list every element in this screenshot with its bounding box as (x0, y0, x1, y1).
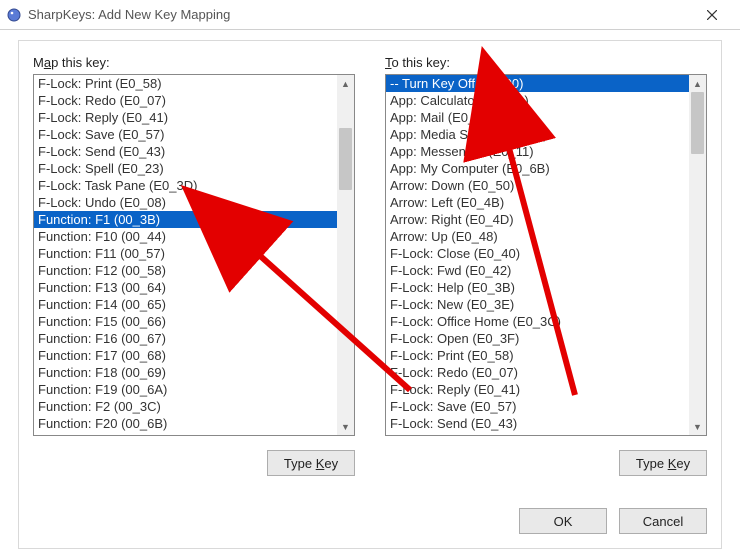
list-item[interactable]: F-Lock: Spell (E0_23) (34, 160, 337, 177)
list-item[interactable]: Arrow: Down (E0_50) (386, 177, 689, 194)
list-item[interactable]: F-Lock: Close (E0_40) (386, 245, 689, 262)
to-this-key-listbox[interactable]: -- Turn Key Off (00_00)App: Calculator (… (385, 74, 707, 436)
list-item[interactable]: F-Lock: New (E0_3E) (386, 296, 689, 313)
list-item[interactable]: F-Lock: Print (E0_58) (34, 75, 337, 92)
list-item[interactable]: Function: F16 (00_67) (34, 330, 337, 347)
scroll-down-icon[interactable]: ▼ (337, 418, 354, 435)
list-item[interactable]: Arrow: Up (E0_48) (386, 228, 689, 245)
type-key-left-button[interactable]: Type Key (267, 450, 355, 476)
list-item[interactable]: F-Lock: Fwd (E0_42) (386, 262, 689, 279)
titlebar: SharpKeys: Add New Key Mapping (0, 0, 740, 30)
list-item[interactable]: F-Lock: Reply (E0_41) (34, 109, 337, 126)
list-item[interactable]: F-Lock: Print (E0_58) (386, 347, 689, 364)
list-item[interactable]: Function: F20 (00_6B) (34, 415, 337, 432)
list-item[interactable]: Function: F11 (00_57) (34, 245, 337, 262)
list-item[interactable]: F-Lock: Task Pane (E0_3D) (34, 177, 337, 194)
scroll-track[interactable] (337, 92, 354, 418)
list-item[interactable]: Function: F13 (00_64) (34, 279, 337, 296)
ok-button[interactable]: OK (519, 508, 607, 534)
to-this-key-panel: To this key: -- Turn Key Off (00_00)App:… (385, 55, 707, 476)
list-item[interactable]: F-Lock: Send (E0_43) (386, 415, 689, 432)
list-item[interactable]: Arrow: Right (E0_4D) (386, 211, 689, 228)
scroll-thumb[interactable] (691, 92, 704, 154)
list-item[interactable]: Arrow: Left (E0_4B) (386, 194, 689, 211)
app-icon (6, 7, 22, 23)
list-item[interactable]: F-Lock: Undo (E0_08) (34, 194, 337, 211)
list-item[interactable]: F-Lock: Reply (E0_41) (386, 381, 689, 398)
list-item[interactable]: App: Calculator (E0_21) (386, 92, 689, 109)
list-item[interactable]: F-Lock: Redo (E0_07) (386, 364, 689, 381)
dialog-body: Map this key: F-Lock: Print (E0_58)F-Loc… (18, 40, 722, 549)
scroll-up-icon[interactable]: ▲ (337, 75, 354, 92)
list-item[interactable]: F-Lock: Send (E0_43) (34, 143, 337, 160)
list-item[interactable]: Function: F12 (00_58) (34, 262, 337, 279)
list-item[interactable]: F-Lock: Help (E0_3B) (386, 279, 689, 296)
list-item[interactable]: Function: F18 (00_69) (34, 364, 337, 381)
scrollbar[interactable]: ▲ ▼ (689, 75, 706, 435)
scroll-track[interactable] (689, 92, 706, 418)
list-item[interactable]: F-Lock: Redo (E0_07) (34, 92, 337, 109)
list-item[interactable]: Function: F15 (00_66) (34, 313, 337, 330)
list-item[interactable]: App: Media Select (E0_6D) (386, 126, 689, 143)
list-item[interactable]: F-Lock: Save (E0_57) (386, 398, 689, 415)
list-item[interactable]: Function: F14 (00_65) (34, 296, 337, 313)
scroll-thumb[interactable] (339, 128, 352, 190)
list-item[interactable]: F-Lock: Save (E0_57) (34, 126, 337, 143)
type-key-right-button[interactable]: Type Key (619, 450, 707, 476)
to-this-key-label: To this key: (385, 55, 707, 70)
list-item[interactable]: -- Turn Key Off (00_00) (386, 75, 689, 92)
list-item[interactable]: App: My Computer (E0_6B) (386, 160, 689, 177)
list-item[interactable]: Function: F17 (00_68) (34, 347, 337, 364)
list-item[interactable]: F-Lock: Office Home (E0_3C) (386, 313, 689, 330)
map-this-key-label: Map this key: (33, 55, 355, 70)
list-item[interactable]: Function: F19 (00_6A) (34, 381, 337, 398)
close-button[interactable] (692, 1, 732, 29)
cancel-button[interactable]: Cancel (619, 508, 707, 534)
list-item[interactable]: App: Messenger (E0_11) (386, 143, 689, 160)
scroll-up-icon[interactable]: ▲ (689, 75, 706, 92)
list-item[interactable]: Function: F10 (00_44) (34, 228, 337, 245)
window-title: SharpKeys: Add New Key Mapping (28, 7, 692, 22)
list-item[interactable]: App: Mail (E0_6C) (386, 109, 689, 126)
map-this-key-listbox[interactable]: F-Lock: Print (E0_58)F-Lock: Redo (E0_07… (33, 74, 355, 436)
list-item[interactable]: Function: F2 (00_3C) (34, 398, 337, 415)
list-item[interactable]: F-Lock: Open (E0_3F) (386, 330, 689, 347)
map-this-key-panel: Map this key: F-Lock: Print (E0_58)F-Loc… (33, 55, 355, 476)
list-item[interactable]: Function: F1 (00_3B) (34, 211, 337, 228)
scrollbar[interactable]: ▲ ▼ (337, 75, 354, 435)
scroll-down-icon[interactable]: ▼ (689, 418, 706, 435)
